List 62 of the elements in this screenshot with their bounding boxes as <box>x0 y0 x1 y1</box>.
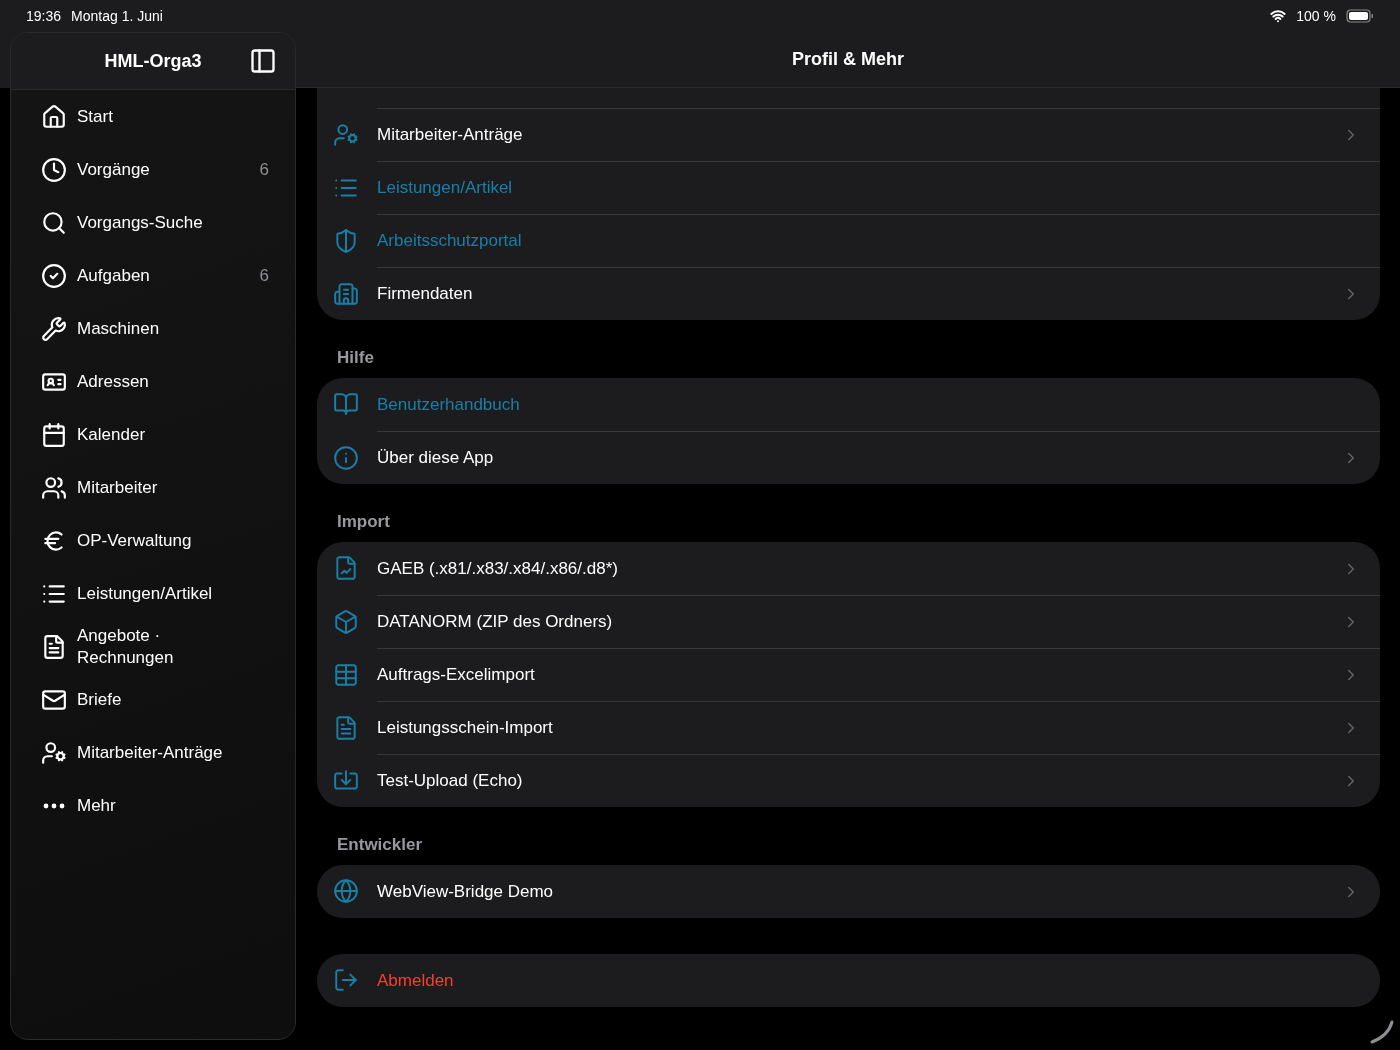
list-row[interactable]: Über diese App <box>377 431 1380 484</box>
battery-percent: 100 % <box>1296 8 1336 24</box>
status-time: 19:36 <box>26 8 62 24</box>
list-row[interactable]: Auftrags-Excelimport <box>377 648 1380 701</box>
sidebar-item[interactable]: Mitarbeiter <box>41 461 295 514</box>
sidebar-item[interactable]: Leistungen/Artikel <box>41 567 295 620</box>
sidebar-item[interactable]: Briefe <box>41 673 295 726</box>
house-icon <box>41 103 67 130</box>
sidebar-title: HML-Orga3 <box>104 50 202 72</box>
sidebar-item[interactable]: Kalender <box>41 408 295 461</box>
search-icon <box>41 209 67 236</box>
list-row[interactable]: Firmendaten <box>377 267 1380 320</box>
sidebar-item[interactable]: Vorgänge 6 <box>41 143 295 196</box>
list-row[interactable]: DATANORM (ZIP des Ordners) <box>377 595 1380 648</box>
list-row[interactable]: Leistungsschein-Import <box>377 701 1380 754</box>
list-row[interactable]: Arbeitsschutzportal <box>377 214 1380 267</box>
list-row[interactable]: WebView-Bridge Demo <box>317 865 1380 918</box>
list-row[interactable]: Test-Upload (Echo) <box>377 754 1380 807</box>
list-row[interactable]: Benutzerhandbuch <box>317 378 1380 431</box>
page-title: Profil & Mehr <box>792 49 904 70</box>
document-chart-icon <box>333 555 359 581</box>
sidebar-item[interactable]: Adressen <box>41 355 295 408</box>
sidebar-item[interactable]: Aufgaben 6 <box>41 249 295 302</box>
section-header: Hilfe <box>336 347 375 369</box>
more-icon <box>43 802 65 809</box>
shield-icon <box>333 228 359 254</box>
document-icon <box>41 633 67 660</box>
sidebar-item[interactable]: Start <box>41 90 295 143</box>
box-icon <box>333 609 359 635</box>
list-row[interactable]: Abmelden <box>317 954 1380 1007</box>
sidebar-item[interactable]: Maschinen <box>41 302 295 355</box>
sidebar-item[interactable]: Mehr <box>41 779 295 832</box>
section-header: Import <box>336 511 391 533</box>
corner-arc-icon <box>1368 1018 1396 1046</box>
list-row[interactable]: Leistungen/Artikel <box>377 161 1380 214</box>
sidebar-toggle-button[interactable] <box>249 47 277 75</box>
count-label: 6 <box>259 159 269 180</box>
check-circle-icon <box>41 262 67 289</box>
info-icon <box>333 445 359 471</box>
sidebar-item[interactable]: Mitarbeiter-Anträge <box>41 726 295 779</box>
battery-icon <box>1346 9 1374 23</box>
clock-icon <box>41 156 67 183</box>
building-icon <box>333 281 359 307</box>
section-header: Entwickler <box>336 834 424 856</box>
tools-icon <box>41 315 67 342</box>
wifi-icon <box>1270 8 1287 24</box>
list-row[interactable]: GAEB (.x81/.x83/.x84/.x86/.d8*) <box>317 542 1380 595</box>
document-icon <box>333 715 359 741</box>
sidebar-item[interactable]: Vorgangs-Suche <box>41 196 295 249</box>
sidebar-item[interactable]: OP-Verwaltung <box>41 514 295 567</box>
users-gear-icon <box>41 739 67 766</box>
users-icon <box>41 474 67 501</box>
sidebar-item[interactable]: Angebote · Rechnungen <box>41 620 295 673</box>
calendar-icon <box>41 421 67 448</box>
logout-icon <box>333 967 359 993</box>
users-gear-icon <box>333 122 359 148</box>
status-date: Montag 1. Juni <box>71 8 163 24</box>
table-icon <box>333 662 359 688</box>
count-label: 6 <box>259 265 269 286</box>
book-icon <box>333 391 359 417</box>
list-row[interactable]: Mitarbeiter-Anträge <box>377 108 1380 161</box>
globe-icon <box>333 878 359 904</box>
